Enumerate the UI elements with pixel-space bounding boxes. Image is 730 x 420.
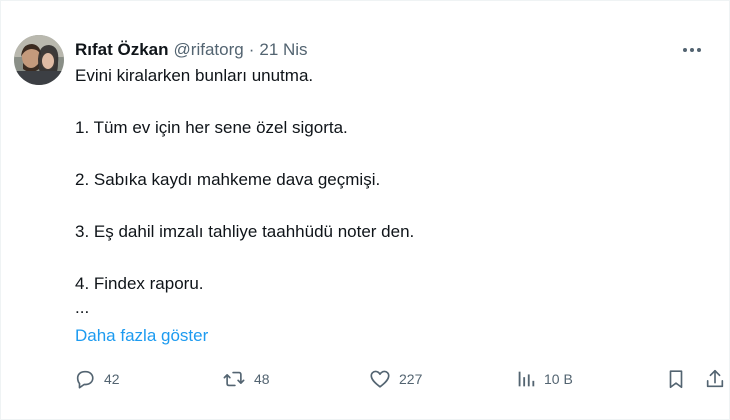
tweet-line: 1. Tüm ev için her sene özel sigorta. — [75, 118, 348, 137]
views-button[interactable]: 10 B — [516, 367, 573, 391]
tweet-line: 3. Eş dahil imzalı tahliye taahhüdü note… — [75, 222, 415, 241]
avatar[interactable] — [14, 35, 64, 85]
retweet-button[interactable]: 48 — [222, 367, 270, 391]
more-horizontal-icon[interactable] — [679, 39, 705, 61]
share-button[interactable] — [704, 367, 726, 391]
tweet-line: 4. Findex raporu. — [75, 274, 204, 293]
like-count: 227 — [399, 371, 423, 387]
header-separator: · — [248, 40, 255, 59]
share-icon — [704, 368, 726, 390]
tweet-line-ellipsis: ... — [75, 298, 90, 317]
bookmark-button[interactable] — [666, 367, 686, 391]
reply-icon — [74, 368, 96, 390]
show-more-link[interactable]: Daha fazla göster — [75, 324, 208, 348]
reply-count: 42 — [104, 371, 120, 387]
views-count: 10 B — [544, 371, 573, 387]
tweet-line: 2. Sabıka kaydı mahkeme dava geçmişi. — [75, 170, 381, 189]
bookmark-icon — [666, 368, 686, 390]
tweet-date[interactable]: 21 Nis — [259, 40, 307, 60]
tweet-line: Evini kiralarken bunları unutma. — [75, 66, 314, 85]
heart-icon — [369, 368, 391, 390]
author-name[interactable]: Rıfat Özkan — [75, 40, 169, 60]
tweet-header: Rıfat Özkan @rifatorg · 21 Nis — [75, 39, 709, 61]
like-button[interactable]: 227 — [369, 367, 422, 391]
reply-button[interactable]: 42 — [74, 367, 120, 391]
author-handle[interactable]: @rifatorg — [174, 40, 244, 60]
tweet-card: Rıfat Özkan @rifatorg · 21 Nis Evini kir… — [0, 0, 730, 420]
tweet-text: Evini kiralarken bunları unutma. 1. Tüm … — [75, 64, 709, 320]
retweet-count: 48 — [254, 371, 270, 387]
views-chart-icon — [516, 368, 536, 390]
retweet-icon — [222, 368, 246, 390]
tweet-content: Rıfat Özkan @rifatorg · 21 Nis Evini kir… — [75, 39, 709, 320]
action-bar: 42 48 227 10 B — [74, 367, 730, 391]
